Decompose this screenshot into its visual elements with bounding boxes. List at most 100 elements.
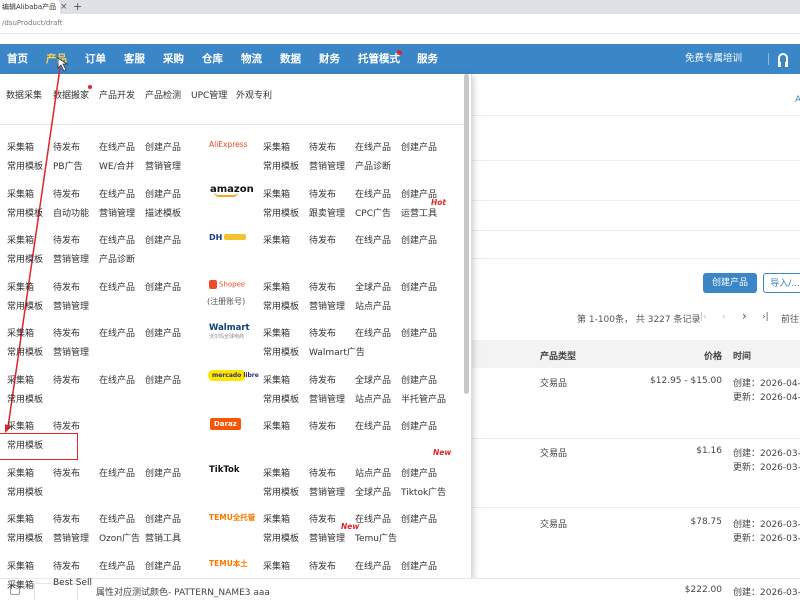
nav-product[interactable]: 产品 (46, 44, 67, 74)
left-menu-item[interactable]: 在线产品 (99, 280, 135, 293)
right-menu-item[interactable]: 营销管理 (309, 392, 345, 405)
chevron-right-icon[interactable]: › (742, 309, 747, 323)
right-menu-item[interactable]: 常用模板 (263, 345, 299, 358)
right-menu-item[interactable]: 创建产品 (401, 326, 437, 339)
right-menu-item[interactable]: 常用模板 (263, 299, 299, 312)
right-menu-item[interactable]: 在线产品 (355, 419, 391, 432)
nav-purchase[interactable]: 采购 (163, 44, 184, 74)
left-menu-item[interactable]: 待发布 (53, 280, 80, 293)
create-product-button[interactable]: 创建产品 (703, 273, 757, 293)
free-training-link[interactable]: 免费专属培训 (685, 44, 742, 74)
right-menu-item[interactable]: 创建产品 (401, 373, 437, 386)
left-menu-item[interactable]: 营销管理 (53, 345, 89, 358)
left-menu-item[interactable]: 待发布 (53, 512, 80, 525)
left-menu-item[interactable]: 常用模板 (7, 438, 43, 451)
left-menu-item[interactable]: 常用模板 (7, 531, 43, 544)
last-page-icon[interactable]: ›| (762, 312, 769, 322)
left-menu-item[interactable]: 创建产品 (145, 373, 181, 386)
right-menu-item[interactable]: 在线产品 (355, 512, 391, 525)
left-menu-item[interactable]: 采集箱 (7, 373, 34, 386)
left-menu-item[interactable]: Best Sell (53, 578, 92, 588)
left-menu-item[interactable]: 采集箱 (7, 233, 34, 246)
left-menu-item[interactable]: 营销管理 (99, 206, 135, 219)
left-menu-item[interactable]: 待发布 (53, 187, 80, 200)
address-bar[interactable]: /dsuProduct/draft (0, 14, 800, 34)
right-menu-item[interactable]: 营销管理 (309, 531, 345, 544)
left-menu-item[interactable]: 创建产品 (145, 326, 181, 339)
product-title[interactable]: 属性对应测试颜色- PATTERN_NAME3 aaa (96, 585, 270, 598)
right-menu-item[interactable]: 站点产品 (355, 392, 391, 405)
left-menu-item[interactable]: 在线产品 (99, 326, 135, 339)
left-menu-item[interactable]: Ozon广告 (99, 531, 140, 544)
left-menu-item[interactable]: 采集箱 (7, 187, 34, 200)
right-menu-item[interactable]: 创建产品 (401, 559, 437, 572)
left-menu-item[interactable]: 营销管理 (53, 531, 89, 544)
left-menu-item[interactable]: 创建产品 (145, 233, 181, 246)
left-menu-item[interactable]: 采集箱 (7, 559, 34, 572)
nav-data[interactable]: 数据 (280, 44, 301, 74)
left-menu-item[interactable]: 待发布 (53, 559, 80, 572)
nav-orders[interactable]: 订单 (85, 44, 106, 74)
left-menu-item[interactable]: 采集箱 (7, 419, 34, 432)
right-menu-item[interactable]: 创建产品 (401, 140, 437, 153)
left-menu-item[interactable]: 采集箱 (7, 578, 34, 591)
chevron-left-icon[interactable]: ‹ (722, 312, 726, 322)
submenu-data-collect[interactable]: 数据采集 (6, 88, 42, 101)
right-menu-item[interactable]: 在线产品 (355, 559, 391, 572)
right-menu-item[interactable]: 待发布 (309, 373, 336, 386)
left-menu-item[interactable]: 营销管理 (53, 299, 89, 312)
left-menu-item[interactable]: 待发布 (53, 326, 80, 339)
left-menu-item[interactable]: 常用模板 (7, 392, 43, 405)
right-menu-item[interactable]: 待发布 (309, 466, 336, 479)
edge-link[interactable]: A (795, 95, 800, 105)
left-menu-item[interactable]: 采集箱 (7, 280, 34, 293)
left-menu-item[interactable]: 在线产品 (99, 140, 135, 153)
right-menu-item[interactable]: 全球产品 (355, 373, 391, 386)
headset-icon[interactable] (778, 53, 788, 67)
right-menu-item[interactable]: 采集箱 (263, 559, 290, 572)
left-menu-item[interactable]: 营销管理 (145, 159, 181, 172)
left-menu-item[interactable]: 创建产品 (145, 512, 181, 525)
submenu-upc[interactable]: UPC管理 (191, 88, 227, 101)
left-menu-item[interactable]: 采集箱 (7, 466, 34, 479)
right-menu-item[interactable]: Walmart广告 (309, 345, 365, 358)
left-menu-item[interactable]: 采集箱 (7, 326, 34, 339)
left-menu-item[interactable]: 采集箱 (7, 140, 34, 153)
left-menu-item[interactable]: 创建产品 (145, 140, 181, 153)
right-menu-item[interactable]: 创建产品 (401, 512, 437, 525)
left-menu-item[interactable]: 自动功能 (53, 206, 89, 219)
right-menu-item[interactable]: CPC广告 (355, 206, 391, 219)
right-menu-item[interactable]: 采集箱 (263, 466, 290, 479)
right-menu-item[interactable]: 产品诊断 (355, 159, 391, 172)
right-menu-item[interactable]: 待发布 (309, 512, 336, 525)
submenu-dev[interactable]: 产品开发 (99, 88, 135, 101)
left-menu-item[interactable]: 在线产品 (99, 233, 135, 246)
right-menu-item[interactable]: 站点产品 (355, 299, 391, 312)
left-menu-item[interactable]: 待发布 (53, 373, 80, 386)
new-tab-icon[interactable]: + (73, 0, 82, 13)
browser-tab[interactable]: 编辑Alibaba产品 (0, 0, 60, 14)
right-menu-item[interactable]: 半托管产品 (401, 392, 446, 405)
left-menu-item[interactable]: 描述模板 (145, 206, 181, 219)
menu-scrollbar[interactable] (464, 74, 469, 394)
left-menu-item[interactable]: 在线产品 (99, 187, 135, 200)
left-menu-item[interactable]: 采集箱 (7, 512, 34, 525)
left-menu-item[interactable]: 待发布 (53, 233, 80, 246)
left-menu-item[interactable]: 待发布 (53, 466, 80, 479)
right-menu-item[interactable]: 营销管理 (309, 159, 345, 172)
right-menu-item[interactable]: 采集箱 (263, 512, 290, 525)
right-menu-item[interactable]: 常用模板 (263, 392, 299, 405)
left-menu-item[interactable]: 在线产品 (99, 466, 135, 479)
left-menu-item[interactable]: 创建产品 (145, 466, 181, 479)
right-menu-item[interactable]: 待发布 (309, 419, 336, 432)
right-menu-item[interactable]: 创建产品 (401, 280, 437, 293)
left-menu-item[interactable]: 在线产品 (99, 559, 135, 572)
left-menu-item[interactable]: 营销工具 (145, 531, 181, 544)
submenu-check[interactable]: 产品检测 (145, 88, 181, 101)
right-menu-item[interactable]: 创建产品 (401, 466, 437, 479)
left-menu-item[interactable]: 常用模板 (7, 299, 43, 312)
left-menu-item[interactable]: 常用模板 (7, 206, 43, 219)
left-menu-item[interactable]: 营销管理 (53, 252, 89, 265)
right-menu-item[interactable]: 待发布 (309, 233, 336, 246)
left-menu-item[interactable]: 在线产品 (99, 512, 135, 525)
